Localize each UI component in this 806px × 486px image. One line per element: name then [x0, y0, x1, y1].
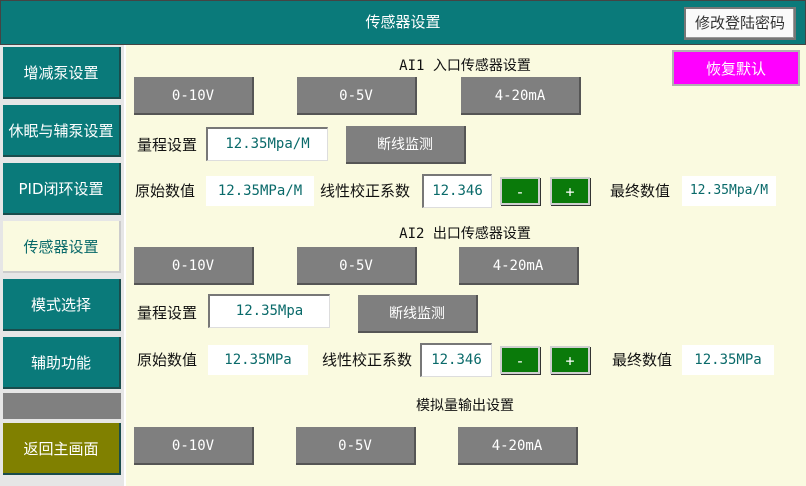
- ai2-signal-0-5v-button[interactable]: 0-5V: [297, 247, 417, 285]
- ai1-signal-4-20ma-button[interactable]: 4-20mA: [461, 77, 581, 115]
- ai2-disconnect-monitor-button[interactable]: 断线监测: [358, 295, 478, 333]
- ai1-range-input[interactable]: 12.35Mpa/M: [206, 127, 328, 161]
- change-password-button[interactable]: 修改登陆密码: [684, 7, 796, 40]
- sidebar-item-mode[interactable]: 模式选择: [3, 279, 121, 331]
- ai2-section-title: AI2 出口传感器设置: [399, 226, 531, 242]
- ao-signal-0-10v-button[interactable]: 0-10V: [134, 427, 254, 465]
- ai2-final-label: 最终数值: [612, 351, 673, 369]
- ai2-signal-4-20ma-button[interactable]: 4-20mA: [459, 247, 579, 285]
- ai1-disconnect-monitor-button[interactable]: 断线监测: [346, 126, 466, 164]
- restore-default-button[interactable]: 恢复默认: [672, 50, 800, 86]
- ai2-final-value: 12.35MPa: [682, 345, 774, 375]
- ai1-coef-input[interactable]: 12.346: [422, 174, 492, 208]
- ai2-raw-label: 原始数值: [137, 351, 198, 369]
- ao-signal-0-5v-button[interactable]: 0-5V: [296, 427, 416, 465]
- analog-output-section-title: 模拟量输出设置: [416, 398, 514, 414]
- ai1-signal-0-10v-button[interactable]: 0-10V: [134, 77, 254, 115]
- ai2-coef-minus-button[interactable]: -: [500, 346, 540, 374]
- sidebar-item-pump-add-remove[interactable]: 增减泵设置: [3, 47, 121, 99]
- ai2-coef-plus-button[interactable]: +: [550, 346, 590, 374]
- ai2-coef-label: 线性校正系数: [322, 351, 413, 369]
- ai2-range-label: 量程设置: [137, 304, 198, 322]
- ai1-final-value: 12.35Mpa/M: [682, 176, 776, 206]
- ai1-raw-value: 12.35MPa/M: [206, 176, 314, 206]
- ai1-raw-label: 原始数值: [135, 182, 196, 200]
- ai1-coef-minus-button[interactable]: -: [500, 177, 540, 205]
- ai1-section-title: AI1 入口传感器设置: [399, 58, 531, 74]
- ao-signal-4-20ma-button[interactable]: 4-20mA: [458, 427, 578, 465]
- ai2-coef-input[interactable]: 12.346: [420, 343, 492, 377]
- ai2-signal-0-10v-button[interactable]: 0-10V: [134, 247, 254, 285]
- sidebar-item-sleep-aux-pump[interactable]: 休眠与辅泵设置: [3, 105, 121, 157]
- ai1-final-label: 最终数值: [610, 182, 671, 200]
- ai1-signal-0-5v-button[interactable]: 0-5V: [297, 77, 417, 115]
- ai1-coef-label: 线性校正系数: [320, 182, 411, 200]
- sidebar-item-aux-functions[interactable]: 辅助功能: [3, 337, 121, 389]
- home-button[interactable]: 返回主画面: [3, 423, 121, 475]
- ai1-range-label: 量程设置: [137, 136, 198, 154]
- ai2-range-input[interactable]: 12.35Mpa: [208, 294, 330, 328]
- sidebar-item-pid[interactable]: PID闭环设置: [3, 163, 121, 215]
- sidebar-spacer: [3, 393, 121, 419]
- ai1-coef-plus-button[interactable]: +: [550, 177, 590, 205]
- ai2-raw-value: 12.35MPa: [208, 345, 308, 375]
- sidebar-item-sensor[interactable]: 传感器设置: [3, 221, 121, 273]
